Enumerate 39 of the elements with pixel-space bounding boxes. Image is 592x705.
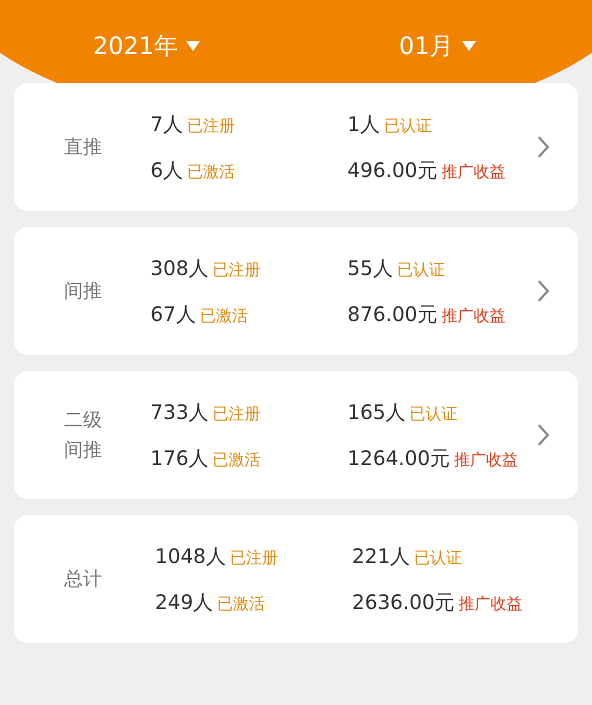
category-label: 二级间推 [64, 408, 103, 463]
stat-value: 67人 [150, 301, 196, 328]
stat-tag: 推广收益 [454, 448, 518, 472]
stat-value: 1人 [347, 111, 380, 138]
stats-card[interactable]: 直推 7人 已注册 1人 已认证 6人 已激活 496.00元 推广收益 [14, 83, 578, 211]
stat-value: 308人 [150, 255, 209, 282]
category-label: 间推 [64, 279, 103, 304]
stat-value: 6人 [150, 157, 184, 184]
stat-value: 2636.00元 [352, 589, 455, 616]
stat-value: 249人 [155, 589, 214, 616]
category-label: 直推 [64, 135, 103, 160]
stat-value: 876.00元 [347, 301, 438, 328]
stat-value: 176人 [150, 445, 209, 472]
stat-value: 496.00元 [347, 157, 438, 184]
stats-card[interactable]: 二级间推 733人 已注册 165人 已认证 176人 已激活 1264.00元 推广收益 [14, 371, 578, 499]
stat-value: 1048人 [155, 543, 226, 570]
stat-tag: 已注册 [212, 402, 261, 426]
stat-tag: 推广收益 [441, 160, 506, 184]
stat-tag: 已激活 [187, 160, 236, 184]
stat-tag: 已激活 [212, 448, 261, 472]
stat-tag: 已激活 [217, 592, 266, 616]
stat-tag: 已认证 [384, 114, 432, 138]
stat-value: 55人 [347, 255, 393, 282]
stat-tag: 已注册 [212, 258, 261, 282]
stat-tag: 已注册 [187, 114, 236, 138]
stat-tag: 已认证 [410, 402, 458, 426]
stat-tag: 已认证 [396, 258, 445, 282]
stat-value: 221人 [352, 543, 410, 570]
stat-value: 7人 [150, 111, 184, 138]
stat-tag: 已认证 [414, 546, 462, 570]
stat-value: 1264.00元 [347, 445, 450, 472]
stat-tag: 推广收益 [441, 304, 506, 328]
stat-value: 733人 [150, 399, 209, 426]
stat-tag: 推广收益 [458, 592, 523, 616]
stat-tag: 已注册 [230, 546, 278, 570]
stat-value: 165人 [347, 399, 406, 426]
stat-tag: 已激活 [200, 304, 248, 328]
category-label: 总计 [64, 567, 103, 592]
stats-card[interactable]: 间推 308人 已注册 55人 已认证 67人 已激活 876.00元 推广收益 [14, 227, 578, 355]
